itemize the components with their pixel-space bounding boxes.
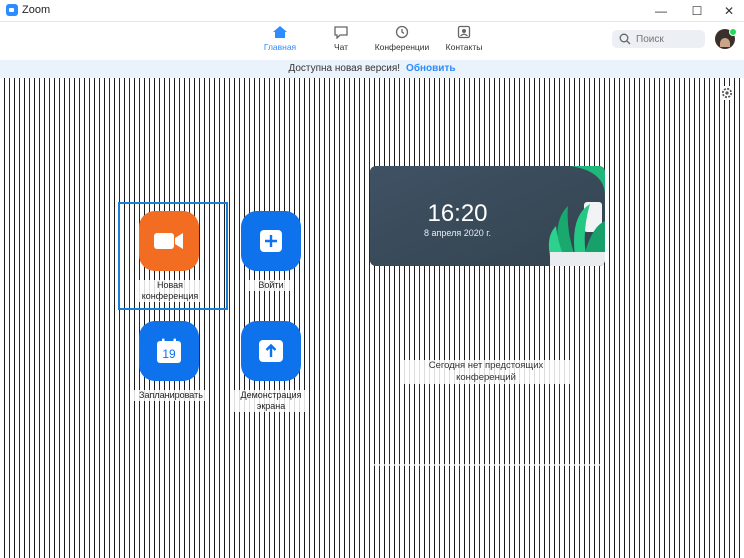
tab-chat[interactable]: Чат [311,25,371,52]
gear-icon[interactable] [720,86,734,100]
window-title: Zoom [22,4,51,16]
update-banner: Доступна новая версия! Обновить [0,60,744,78]
share-screen-label-line1: Демонстрация [240,390,302,400]
search-input[interactable] [632,33,700,45]
tab-home-label: Главная [263,42,297,52]
tab-contacts-label: Контакты [445,42,483,52]
new-meeting-label-line2: конференция [141,291,199,301]
no-upcoming-meetings-text: Сегодня нет предстоящих конференций [400,360,572,384]
main-content [0,78,744,558]
divider [370,464,604,466]
minimize-button[interactable]: — [644,0,678,21]
share-screen-label-line2: экрана [256,401,286,411]
tab-meetings[interactable]: Конференции [372,25,432,52]
update-banner-text: Доступна новая версия! [288,63,401,74]
clock-card: 16:20 8 апреля 2020 г. [370,166,605,266]
chat-icon [334,26,348,39]
share-screen-icon [259,340,283,362]
search-box[interactable] [612,30,705,48]
home-icon [273,26,287,38]
share-screen-button[interactable] [241,321,301,381]
contacts-icon [457,25,471,39]
tab-contacts[interactable]: Контакты [434,25,494,52]
top-nav: Главная Чат Конференции Контакты [0,22,744,60]
join-button[interactable] [241,211,301,271]
tab-home[interactable]: Главная [250,25,310,52]
new-meeting-label-line1: Новая [156,280,184,290]
maximize-button[interactable]: ☐ [680,0,714,21]
clock-date: 8 апреля 2020 г. [424,228,491,238]
join-label: Войти [248,280,294,291]
title-bar: Zoom — ☐ ✕ [0,0,744,22]
close-button[interactable]: ✕ [712,0,744,21]
online-status-badge [729,28,737,36]
zoom-logo-icon [6,4,18,16]
new-meeting-label: Новая конференция [136,280,204,302]
calendar-day: 19 [162,347,176,361]
plus-icon [260,230,282,252]
search-icon [619,33,631,45]
video-camera-icon [154,233,183,249]
schedule-button[interactable]: 19 [139,321,199,381]
share-screen-label: Демонстрация экрана [234,390,308,412]
tab-chat-label: Чат [333,42,349,52]
clock-icon [395,25,409,39]
schedule-label: Запланировать [134,390,208,401]
new-meeting-button[interactable] [139,211,199,271]
update-link[interactable]: Обновить [406,63,455,74]
clock-time: 16:20 [427,200,488,227]
calendar-icon: 19 [157,338,181,363]
tab-meetings-label: Конференции [374,42,430,52]
